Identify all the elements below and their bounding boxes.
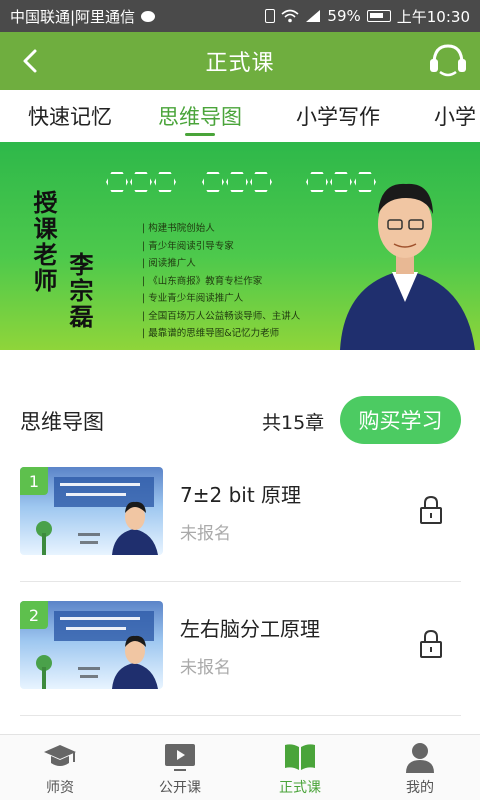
lesson-status: 未报名 [180,524,231,544]
buy-button[interactable]: 购买学习 [340,396,461,444]
credential-item: 构建书院创始人 [142,220,300,238]
banner-role: 授课老师 [29,190,57,294]
tab-primary-more[interactable]: 小学 [418,90,480,142]
tab-mind-map[interactable]: 思维导图 [142,90,258,142]
teacher-photo [340,183,475,350]
hexagon-decoration [106,172,176,196]
person-icon [406,743,434,773]
lesson-title: 左右脑分工原理 [180,617,320,641]
hexagon-decoration [202,172,272,196]
battery-icon [366,10,391,22]
lesson-number: 1 [20,467,48,495]
video-play-icon [165,744,195,771]
graduation-cap-icon [44,745,76,766]
nav-label: 正式课 [279,780,321,796]
section-header: 思维导图 共15章 购买学习 [0,396,480,446]
wifi-icon [281,9,299,23]
credential-item: 青少年阅读引导专家 [142,238,300,256]
teacher-credentials: 构建书院创始人 青少年阅读引导专家 阅读推广人 《山东商报》教育专栏作家 专业青… [142,220,300,343]
lock-icon [420,629,442,658]
section-title: 思维导图 [20,410,104,434]
category-tabs: 快速记忆 思维导图 小学写作 小学 [0,90,480,142]
open-book-icon [285,744,315,770]
credential-item: 最靠谱的思维导图&记忆力老师 [142,325,300,343]
credential-item: 阅读推广人 [142,255,300,273]
nav-label: 我的 [406,780,434,796]
lesson-number: 2 [20,601,48,629]
lesson-item[interactable]: 2 左右脑分工原理 未报名 [0,601,480,735]
credential-item: 《山东商报》教育专栏作家 [142,273,300,291]
chapter-count: 共15章 [262,412,325,434]
app-header: 正式课 [0,32,480,90]
carrier-text: 中国联通|阿里通信 [10,7,136,26]
divider [20,715,461,716]
signal-icon [306,10,321,22]
battery-percent: 59% [327,7,361,25]
status-time: 上午10:30 [396,7,470,26]
vibrate-icon [265,9,276,23]
nav-formal-courses[interactable]: 正式课 [240,735,360,800]
lesson-status: 未报名 [180,658,231,678]
nav-label: 师资 [46,780,74,796]
lesson-thumbnail: 1 [20,467,163,555]
lesson-thumbnail: 2 [20,601,163,689]
tab-primary-writing[interactable]: 小学写作 [280,90,396,142]
tab-quick-memory[interactable]: 快速记忆 [12,90,128,142]
bottom-navigation: 师资 公开课 正式课 我的 [0,734,480,800]
credential-item: 专业青少年阅读推广人 [142,290,300,308]
course-banner[interactable]: 授课老师 李宗磊 构建书院创始人 青少年阅读引导专家 阅读推广人 《山东商报》教… [0,142,480,350]
lesson-title: 7±2 bit 原理 [180,483,302,507]
nav-mine[interactable]: 我的 [360,735,480,800]
nav-open-courses[interactable]: 公开课 [120,735,240,800]
lock-icon [420,495,442,524]
lesson-item[interactable]: 1 7±2 bit 原理 未报名 [0,467,480,601]
divider [20,581,461,582]
page-title: 正式课 [205,51,275,76]
wechat-icon [141,10,156,22]
nav-label: 公开课 [159,780,201,796]
back-arrow-icon[interactable] [16,46,46,76]
nav-teachers[interactable]: 师资 [0,735,120,800]
status-bar: 中国联通|阿里通信 59% 上午10:30 [0,0,480,32]
customer-service-icon[interactable] [428,42,468,80]
credential-item: 全国百场万人公益畅谈导师、主讲人 [142,308,300,326]
banner-teacher-name: 李宗磊 [65,252,93,330]
